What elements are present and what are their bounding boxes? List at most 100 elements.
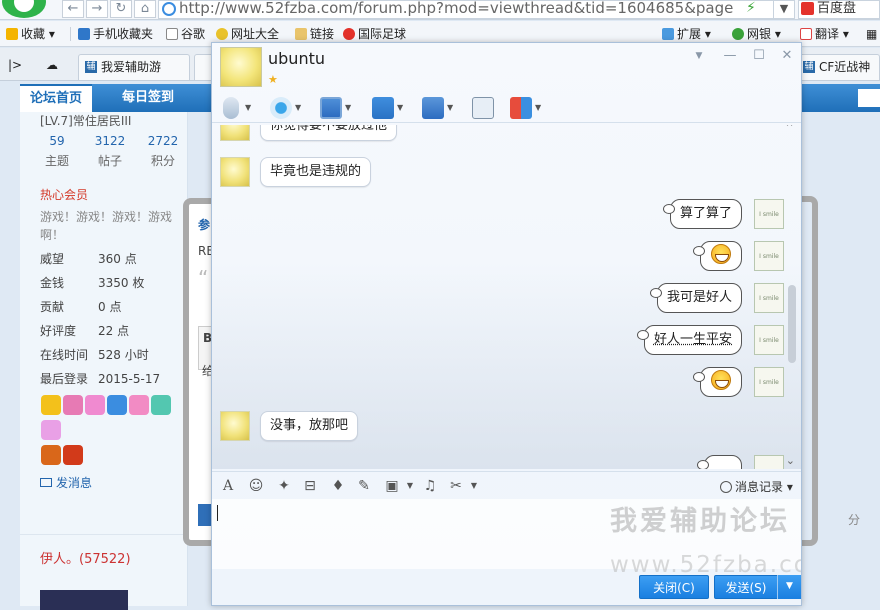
- tab-forum[interactable]: 辅我爱辅助游: [78, 54, 190, 80]
- close-button[interactable]: 关闭(C): [639, 575, 709, 599]
- vip-star-icon[interactable]: ★: [268, 73, 278, 86]
- send-message-link[interactable]: 发消息: [40, 474, 92, 491]
- reply-button[interactable]: [198, 504, 212, 526]
- video-call-button[interactable]: ▼: [270, 97, 306, 119]
- message-bubble[interactable]: 毕竟也是违规的: [260, 157, 372, 187]
- nav-daily-checkin[interactable]: 每日签到: [112, 84, 184, 112]
- message-bubble[interactable]: 没事，放那吧: [260, 411, 359, 441]
- emoji-icon[interactable]: ☺: [248, 478, 264, 494]
- contact-avatar-small[interactable]: [220, 157, 250, 187]
- message-bubble[interactable]: [693, 367, 742, 397]
- shake-icon[interactable]: ✦: [276, 478, 292, 494]
- medal-icon[interactable]: [63, 445, 83, 465]
- url-dropdown-button[interactable]: ▼: [773, 0, 795, 19]
- my-avatar[interactable]: I smile: [754, 241, 784, 271]
- medal-icon[interactable]: [129, 395, 149, 415]
- minimize-button[interactable]: —: [723, 48, 737, 63]
- remote-desktop-button[interactable]: ▼: [320, 97, 360, 119]
- translate-menu[interactable]: 翻译 ▾: [800, 26, 849, 42]
- maximize-button[interactable]: ☐: [752, 48, 766, 63]
- contact-avatar-small[interactable]: [220, 411, 250, 441]
- bookmark-mobile[interactable]: 手机收藏夹: [78, 26, 153, 42]
- bookmark-google[interactable]: 谷歌: [166, 26, 205, 42]
- home-button[interactable]: ⌂: [134, 0, 156, 18]
- stat-topics[interactable]: 59 主题: [32, 134, 82, 169]
- my-avatar[interactable]: I smile: [754, 283, 784, 313]
- message-bubble[interactable]: 好人一生平安: [636, 325, 742, 355]
- gif-icon[interactable]: ⊟: [302, 478, 318, 494]
- url-input[interactable]: http://www.52fzba.com/forum.php?mod=view…: [158, 0, 778, 19]
- voice-call-button[interactable]: ▼: [220, 97, 256, 119]
- send-file-button[interactable]: ▼: [372, 97, 408, 119]
- more-bookmarks-icon[interactable]: ▦: [866, 26, 877, 42]
- my-avatar[interactable]: [754, 455, 784, 469]
- post-title-fragment: 参: [198, 218, 211, 232]
- cloud-icon[interactable]: ☁: [46, 57, 58, 73]
- medal-icon[interactable]: [85, 395, 105, 415]
- search-engine-icon: [801, 2, 814, 15]
- group-chat-button[interactable]: [472, 97, 496, 119]
- stat-posts[interactable]: 3122 帖子: [85, 134, 135, 169]
- bookmark-football[interactable]: 国际足球: [343, 26, 406, 42]
- bookmark-links[interactable]: 链接: [295, 26, 334, 42]
- forum-search-input[interactable]: [858, 89, 880, 107]
- stat-points[interactable]: 2722 积分: [138, 134, 188, 169]
- medal-icon[interactable]: [41, 395, 61, 415]
- share-screen-button[interactable]: ▼: [422, 97, 458, 119]
- dropdown-icon[interactable]: ▼: [692, 51, 706, 61]
- search-input[interactable]: 百度盘: [798, 0, 880, 19]
- message-bubble[interactable]: 你觉得要不要放过他: [260, 125, 398, 141]
- speed-mode-icon[interactable]: ⚡: [746, 0, 756, 16]
- extensions-menu[interactable]: 扩展 ▾: [662, 26, 711, 42]
- medal-icon[interactable]: [41, 420, 61, 440]
- my-avatar[interactable]: I smile: [754, 199, 784, 229]
- font-icon[interactable]: A: [220, 478, 236, 494]
- medal-icon[interactable]: [41, 445, 61, 465]
- globe-icon: [216, 28, 228, 40]
- edit-icon[interactable]: ✎: [356, 478, 372, 494]
- collapse-down-icon[interactable]: ⌄: [786, 454, 795, 467]
- user-group[interactable]: 热心会员: [40, 186, 88, 203]
- chat-header[interactable]: ubuntu ★ ▼ — ☐ ✕: [212, 43, 801, 91]
- medal-icon[interactable]: [151, 395, 171, 415]
- chevron-down-icon[interactable]: ▼: [466, 478, 482, 494]
- message-bubble[interactable]: 算了算了: [662, 199, 742, 229]
- send-button[interactable]: 发送(S): [714, 575, 778, 599]
- message-list[interactable]: 你觉得要不要放过他 ⌃ 毕竟也是违规的 算了算了 I smile I smile…: [212, 125, 801, 469]
- voice-message-icon[interactable]: ♦: [330, 478, 346, 494]
- message-history-button[interactable]: 消息记录 ▾: [720, 478, 793, 495]
- music-icon[interactable]: ♫: [422, 478, 438, 494]
- message-bubble[interactable]: [697, 455, 742, 469]
- folder-icon: [295, 28, 307, 40]
- message-outgoing: I smile: [666, 367, 784, 401]
- my-avatar[interactable]: I smile: [754, 367, 784, 397]
- next-author-avatar[interactable]: [40, 590, 128, 610]
- tab-cf[interactable]: 辅 CF近战神: [796, 54, 880, 80]
- apps-button[interactable]: ▼: [510, 97, 546, 119]
- close-window-button[interactable]: ✕: [780, 48, 794, 63]
- medal-icon[interactable]: [107, 395, 127, 415]
- collapse-up-icon[interactable]: ⌃: [784, 125, 795, 136]
- bank-menu[interactable]: 网银 ▾: [732, 26, 781, 42]
- bookmark-sites[interactable]: 网址大全: [216, 26, 279, 42]
- contact-avatar-small[interactable]: [220, 125, 250, 141]
- message-bubble[interactable]: 我可是好人: [649, 283, 742, 313]
- chevron-down-icon[interactable]: ▼: [402, 478, 418, 494]
- bookmark-favorites[interactable]: 收藏 ▾: [6, 26, 55, 42]
- contact-name[interactable]: ubuntu: [268, 49, 325, 68]
- medal-icon[interactable]: [63, 395, 83, 415]
- grin-emoji-icon: [711, 244, 731, 264]
- my-avatar[interactable]: I smile: [754, 325, 784, 355]
- nav-forum-home[interactable]: 论坛首页: [20, 84, 93, 112]
- back-button[interactable]: ←: [62, 0, 84, 18]
- contact-avatar[interactable]: [220, 47, 262, 87]
- image-icon[interactable]: ▣: [384, 478, 400, 494]
- send-options-button[interactable]: ▼: [777, 575, 801, 599]
- message-bubble[interactable]: [693, 241, 742, 271]
- message-scrollbar[interactable]: [788, 285, 796, 363]
- next-post-author[interactable]: 伊人。(57522): [40, 548, 131, 567]
- screenshot-icon[interactable]: ✂: [448, 478, 464, 494]
- sidebar-toggle-icon[interactable]: |>: [8, 57, 22, 73]
- forward-button[interactable]: →: [86, 0, 108, 18]
- refresh-button[interactable]: ↻: [110, 0, 132, 18]
